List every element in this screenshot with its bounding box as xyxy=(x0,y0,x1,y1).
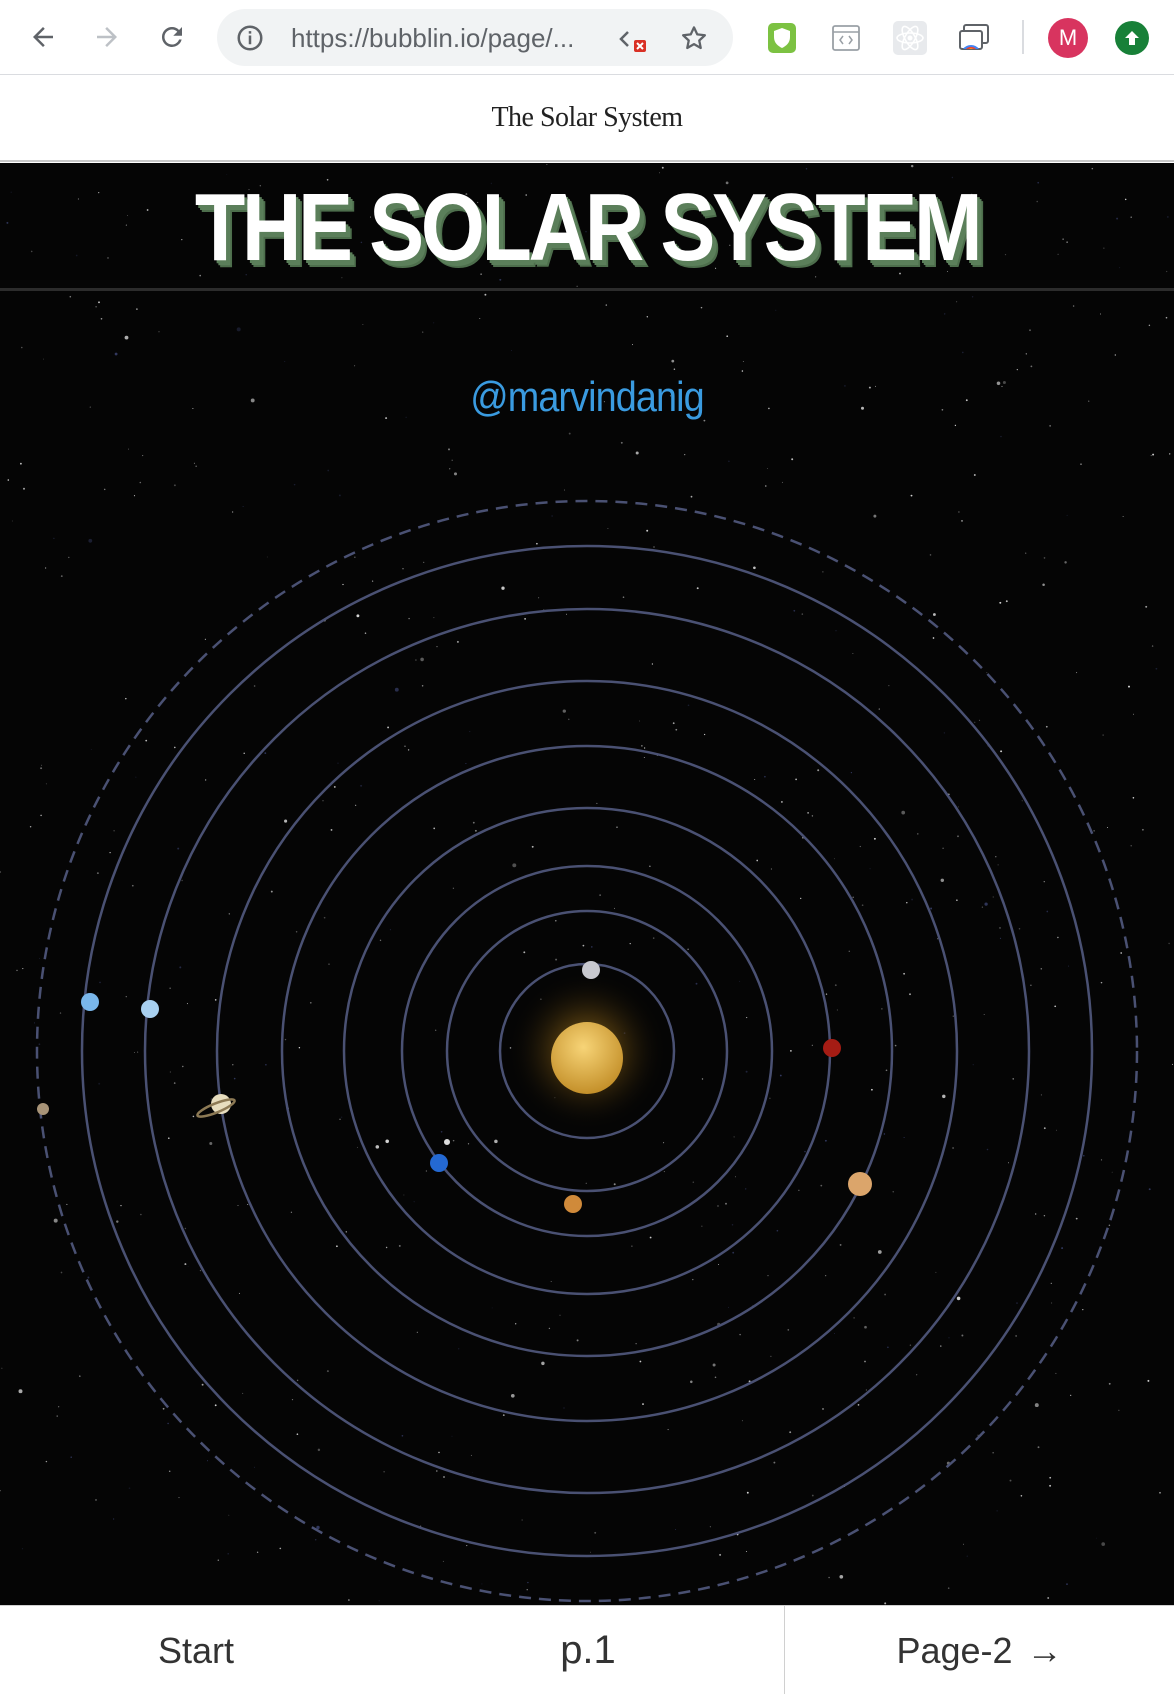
planet-mercury xyxy=(582,961,600,979)
update-arrow-icon[interactable] xyxy=(1115,21,1149,55)
next-page-link[interactable]: Page-2 → xyxy=(784,1606,1174,1694)
planet-venus xyxy=(564,1195,582,1213)
address-bar[interactable]: https://bubblin.io/page/... xyxy=(217,9,733,66)
forward-button[interactable] xyxy=(82,12,132,62)
page-number: p.1 xyxy=(560,1628,616,1672)
planet-mars xyxy=(823,1039,841,1057)
reload-button[interactable] xyxy=(147,12,197,62)
planet-uranus xyxy=(141,1000,159,1018)
moon xyxy=(444,1139,450,1145)
start-link[interactable]: Start xyxy=(0,1606,392,1694)
back-button[interactable] xyxy=(18,12,68,62)
arrow-right-icon xyxy=(97,27,117,47)
planet-neptune xyxy=(81,993,99,1011)
page-header: The Solar System xyxy=(0,76,1174,162)
info-icon[interactable] xyxy=(235,23,265,58)
page-title: The Solar System xyxy=(491,102,683,133)
page-navigation: Start p.1 Page-2 → xyxy=(0,1605,1174,1694)
solar-system-diagram xyxy=(35,499,1139,1603)
code-window-icon[interactable] xyxy=(826,18,866,58)
star-icon[interactable] xyxy=(679,23,709,58)
react-atom-icon[interactable] xyxy=(890,18,930,58)
planet-pluto xyxy=(37,1103,49,1115)
code-blocked-icon[interactable] xyxy=(617,23,649,60)
shield-icon[interactable] xyxy=(762,18,802,58)
book-page: THE SOLAR SYSTEM @marvindanig xyxy=(0,163,1174,1605)
planet-earth xyxy=(430,1154,448,1172)
reload-icon xyxy=(161,26,182,47)
toolbar-separator xyxy=(1022,20,1024,54)
browser-toolbar: https://bubblin.io/page/... M xyxy=(0,0,1174,75)
planet-saturn xyxy=(196,1094,236,1118)
next-page-label[interactable]: Page-2 xyxy=(896,1630,1012,1672)
profile-avatar[interactable]: M xyxy=(1048,18,1088,58)
arrow-right-icon: → xyxy=(1026,1629,1063,1671)
cast-window-icon[interactable] xyxy=(954,18,994,58)
planet-jupiter xyxy=(848,1172,872,1196)
url-text[interactable]: https://bubblin.io/page/... xyxy=(291,23,574,54)
arrow-left-icon xyxy=(33,27,53,47)
sun xyxy=(551,1022,623,1094)
